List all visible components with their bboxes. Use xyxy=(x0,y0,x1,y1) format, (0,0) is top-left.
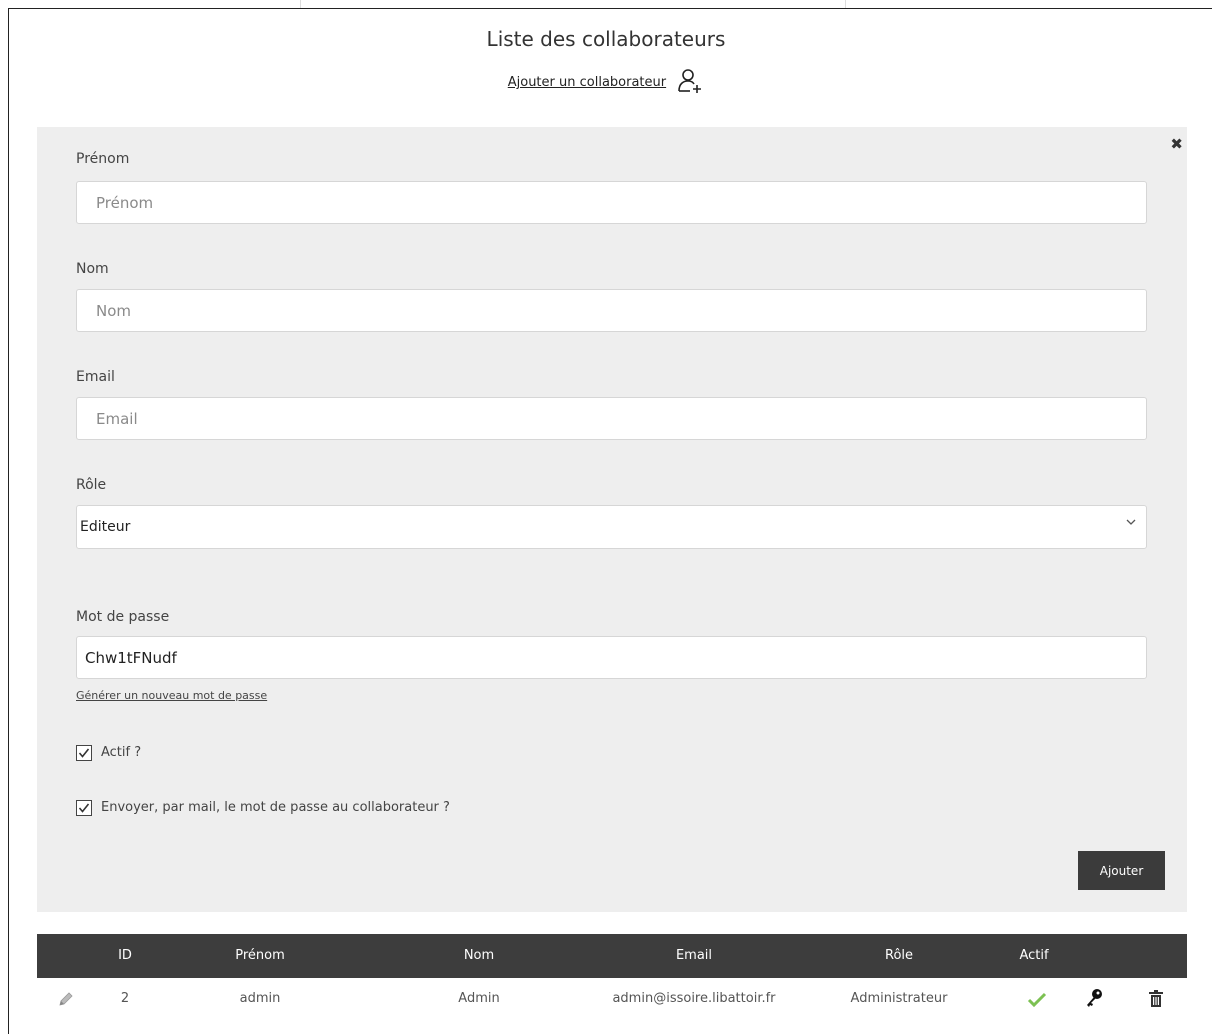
user-plus-icon[interactable] xyxy=(678,68,704,98)
last-name-input[interactable] xyxy=(76,289,1147,332)
first-name-label: Prénom xyxy=(76,151,130,167)
table-header: ID Prénom Nom Email Rôle Actif xyxy=(37,934,1187,978)
generate-password-link[interactable]: Générer un nouveau mot de passe xyxy=(76,689,267,702)
send-mail-checkbox-row[interactable]: Envoyer, par mail, le mot de passe au co… xyxy=(76,800,450,816)
trash-icon[interactable] xyxy=(1148,990,1164,1012)
column-header-role: Rôle xyxy=(884,948,914,963)
add-collaborator-row: Ajouter un collaborateur xyxy=(0,68,1212,98)
column-header-last-name: Nom xyxy=(463,948,495,963)
role-label: Rôle xyxy=(76,477,107,493)
email-label: Email xyxy=(76,369,115,385)
column-header-active: Actif xyxy=(1019,948,1049,963)
cell-last-name: Admin xyxy=(458,991,500,1006)
column-header-id: ID xyxy=(118,948,132,963)
password-label: Mot de passe xyxy=(76,609,170,625)
column-header-email: Email xyxy=(675,948,713,963)
active-checkbox-row[interactable]: Actif ? xyxy=(76,745,141,761)
cell-email: admin@issoire.libattoir.fr xyxy=(612,991,776,1006)
close-icon[interactable]: ✖ xyxy=(1170,135,1183,153)
send-mail-checkbox[interactable] xyxy=(76,800,92,816)
page-title: Liste des collaborateurs xyxy=(486,27,726,51)
add-collaborator-link[interactable]: Ajouter un collaborateur xyxy=(508,75,666,90)
table-row: 2 admin Admin admin@issoire.libattoir.fr… xyxy=(37,978,1187,1022)
cell-id: 2 xyxy=(120,991,130,1006)
key-icon[interactable] xyxy=(1085,988,1103,1012)
add-collaborator-form: ✖ Prénom Nom Email Rôle Editeur Mot de p… xyxy=(37,127,1187,912)
add-button[interactable]: Ajouter xyxy=(1078,851,1165,890)
email-input[interactable] xyxy=(76,397,1147,440)
cell-role: Administrateur xyxy=(850,991,948,1006)
check-icon[interactable] xyxy=(1027,992,1047,1012)
send-mail-checkbox-label: Envoyer, par mail, le mot de passe au co… xyxy=(101,800,450,815)
cell-first-name: admin xyxy=(239,991,281,1006)
first-name-input[interactable] xyxy=(76,181,1147,224)
active-checkbox[interactable] xyxy=(76,745,92,761)
column-header-first-name: Prénom xyxy=(235,948,285,963)
password-input[interactable] xyxy=(76,636,1147,679)
role-select-value: Editeur xyxy=(80,519,131,535)
role-select[interactable]: Editeur xyxy=(76,505,1147,549)
active-checkbox-label: Actif ? xyxy=(101,745,142,760)
pencil-icon[interactable] xyxy=(57,990,75,1012)
chevron-down-icon xyxy=(1126,516,1136,530)
last-name-label: Nom xyxy=(76,261,109,277)
